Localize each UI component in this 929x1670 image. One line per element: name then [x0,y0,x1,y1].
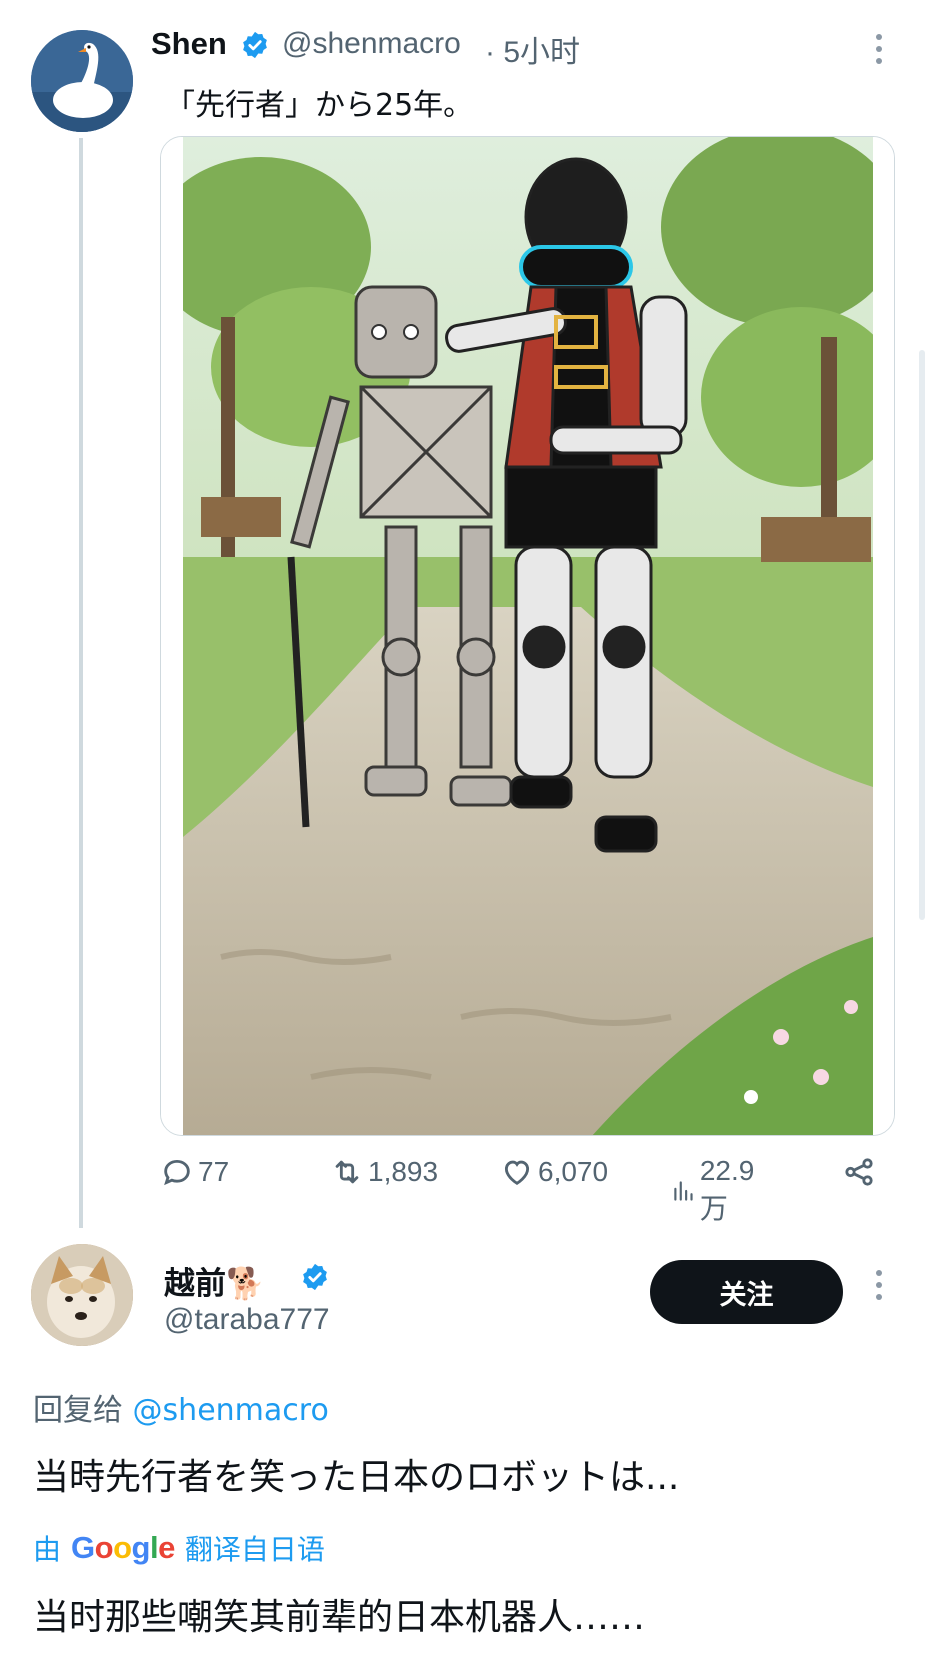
retweet-button[interactable]: 1,893 [330,1155,438,1189]
heart-icon [504,1160,530,1185]
reply-count: 77 [198,1156,230,1187]
translated-text: 当时那些嘲笑其前辈的日本机器人…… [33,1597,646,1638]
author-name[interactable]: Shen [151,26,227,62]
like-count: 6,070 [538,1156,609,1187]
views-button[interactable]: 22.9万 [670,1155,763,1227]
shiba-dog-icon [31,1244,133,1346]
reply-to-prefix: 回复给 [33,1393,133,1428]
share-button[interactable] [842,1155,876,1189]
translated-from-label: 翻译自日语 [184,1533,325,1566]
tweet-media-image[interactable] [160,136,895,1136]
reply-more-options-icon[interactable] [874,1270,884,1300]
reply-author-handle[interactable]: @taraba777 [164,1303,330,1337]
verified-badge-icon [243,31,267,59]
views-count: 22.9万 [699,1155,755,1224]
thread-connector-line [79,138,83,1228]
share-icon [845,1158,873,1186]
translation-attribution[interactable]: 由 Google 翻译自日语 [33,1528,325,1568]
google-logo-icon: Google [71,1530,175,1565]
retweet-count: 1,893 [368,1156,439,1187]
reply-button[interactable]: 77 [160,1155,229,1189]
swan-icon [31,30,133,132]
reply-author-name[interactable]: 越前🐕 [164,1258,265,1303]
page-scrollbar[interactable] [919,350,925,920]
like-button[interactable]: 6,070 [500,1155,608,1189]
views-chart-icon [674,1181,693,1201]
reply-to-mention-link[interactable]: @shenmacro [133,1393,329,1428]
reply-text: 当時先行者を笑った日本のロボットは... [33,1457,680,1498]
reply-to-line: 回复给 @shenmacro [33,1385,329,1429]
tweet-time[interactable]: · 5小时 [485,27,580,71]
author-handle[interactable]: @shenmacro [282,27,461,61]
reply-verified-badge-icon [303,1263,327,1291]
more-options-icon[interactable] [874,34,884,64]
reply-icon [164,1159,190,1186]
translated-by-label: 由 [33,1533,62,1566]
tweet-text: 「先行者」から25年。 [165,88,474,123]
robot-illustration-icon [161,137,894,1135]
swan-avatar[interactable] [31,30,133,132]
follow-button[interactable]: 关注 [650,1260,843,1324]
shiba-dog-avatar[interactable] [31,1244,133,1346]
retweet-icon [335,1160,359,1184]
